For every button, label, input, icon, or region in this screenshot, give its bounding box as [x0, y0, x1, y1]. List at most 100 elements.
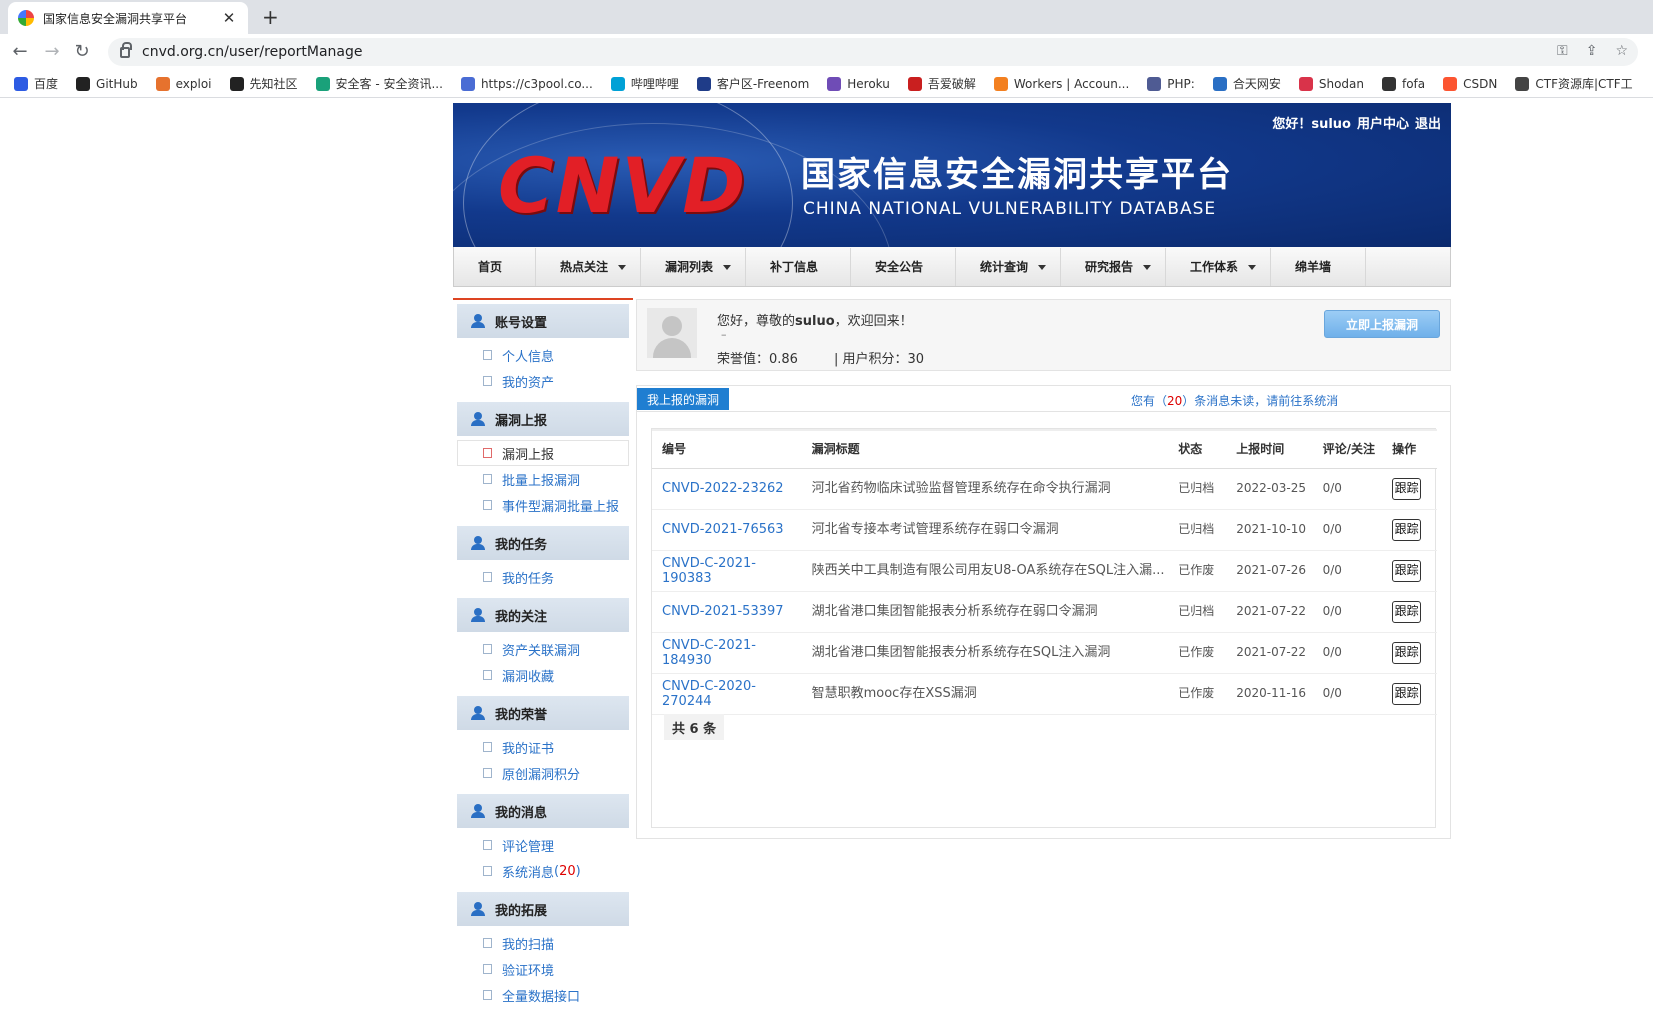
- vuln-id-link[interactable]: CNVD-2022-23262: [652, 468, 802, 510]
- bookmark-label: fofa: [1401, 76, 1426, 91]
- bookmark-item[interactable]: CSDN: [1443, 76, 1497, 91]
- nav-item[interactable]: 漏洞列表: [641, 247, 746, 286]
- vuln-id-link[interactable]: CNVD-2021-53397: [652, 591, 802, 633]
- column-header: 状态: [1168, 429, 1227, 469]
- vuln-id-link[interactable]: CNVD-C-2020-270244: [652, 673, 802, 715]
- document-icon: [483, 866, 492, 876]
- logout-link[interactable]: 退出: [1415, 117, 1441, 132]
- bookmark-item[interactable]: Shodan: [1298, 76, 1364, 91]
- track-button[interactable]: 跟踪: [1392, 559, 1422, 582]
- dropdown-caret-icon: [1248, 264, 1256, 270]
- vuln-status: 已作废: [1168, 550, 1227, 592]
- bookmark-item[interactable]: 百度: [14, 75, 58, 92]
- bookmark-item[interactable]: 合天网安: [1212, 75, 1281, 92]
- bookmark-item[interactable]: Workers | Accoun...: [993, 76, 1130, 91]
- bookmark-favicon-icon: [155, 76, 170, 91]
- sidebar-item-label: 原创漏洞积分: [502, 767, 581, 783]
- bookmark-item[interactable]: https://c3pool.co...: [460, 76, 593, 91]
- sidebar-item-label: 验证环境: [502, 963, 555, 979]
- vuln-id-link[interactable]: CNVD-C-2021-190383: [652, 550, 802, 592]
- lock-icon[interactable]: [120, 41, 132, 58]
- bookmark-favicon-icon: [993, 76, 1008, 91]
- new-tab-icon[interactable]: +: [262, 5, 279, 29]
- close-tab-icon[interactable]: ✕: [220, 9, 238, 27]
- sidebar-section-header[interactable]: 我的拓展: [457, 892, 629, 926]
- msg-prefix: 您有（: [1131, 394, 1168, 408]
- report-vulnerability-button[interactable]: 立即上报漏洞: [1324, 310, 1440, 338]
- sidebar-item[interactable]: 全量数据接口: [453, 982, 633, 1008]
- bookmark-item[interactable]: 安全客 - 安全资讯...: [315, 75, 443, 92]
- bookmark-favicon-icon: [76, 76, 91, 91]
- sidebar-section-header[interactable]: 我的关注: [457, 598, 629, 632]
- bookmark-item[interactable]: exploi: [155, 76, 212, 91]
- bookmark-label: Workers | Accoun...: [1013, 76, 1130, 91]
- sidebar-item[interactable]: 我的任务: [453, 564, 633, 590]
- sidebar-section-header[interactable]: 我的消息: [457, 794, 629, 828]
- sidebar-item[interactable]: 个人信息: [453, 342, 633, 368]
- bookmark-item[interactable]: Heroku: [827, 76, 890, 91]
- nav-item[interactable]: 绵羊墙: [1271, 247, 1366, 286]
- sidebar-item[interactable]: 我的扫描: [453, 930, 633, 956]
- bookmark-item[interactable]: PHP:: [1147, 76, 1195, 91]
- reload-icon[interactable]: ↻: [70, 41, 94, 62]
- url-text[interactable]: cnvd.org.cn/user/reportManage: [142, 44, 363, 60]
- sidebar-item[interactable]: 原创漏洞积分: [453, 760, 633, 786]
- sidebar-item[interactable]: 漏洞收藏: [453, 662, 633, 688]
- key-icon[interactable]: ⚿: [1557, 43, 1568, 59]
- honor-value: 荣誉值：0.86: [717, 352, 798, 367]
- back-icon[interactable]: ←: [8, 41, 32, 62]
- bookmark-star-icon[interactable]: ☆: [1615, 43, 1628, 59]
- nav-label: 安全公告: [875, 260, 924, 274]
- bookmark-item[interactable]: 哔哩哔哩: [610, 75, 679, 92]
- nav-item[interactable]: 首页: [454, 247, 536, 286]
- track-button[interactable]: 跟踪: [1392, 518, 1422, 541]
- sidebar-item[interactable]: 漏洞上报: [457, 440, 629, 466]
- browser-tab[interactable]: 国家信息安全漏洞共享平台 ✕: [8, 2, 248, 34]
- sidebar-item[interactable]: 资产关联漏洞: [453, 636, 633, 662]
- user-center-link[interactable]: 用户中心: [1357, 117, 1409, 132]
- cnvd-logo[interactable]: CNVD: [498, 141, 747, 230]
- panel-header: 我上报的漏洞 您有（20）条消息未读，请前往系统消: [637, 386, 1450, 412]
- forward-icon[interactable]: →: [40, 41, 64, 62]
- track-button[interactable]: 跟踪: [1392, 600, 1422, 623]
- vuln-status: 已作废: [1168, 632, 1227, 674]
- nav-item[interactable]: 热点关注: [536, 247, 641, 286]
- vuln-id-link[interactable]: CNVD-2021-76563: [652, 509, 802, 551]
- bookmark-item[interactable]: GitHub: [76, 76, 138, 91]
- track-button[interactable]: 跟踪: [1392, 477, 1422, 500]
- user-bar: 您好！suluo 用户中心 退出: [1266, 113, 1441, 132]
- nav-item[interactable]: 补丁信息: [746, 247, 851, 286]
- bookmark-item[interactable]: fofa: [1381, 76, 1426, 91]
- table-row: CNVD-C-2020-270244 智慧职教mooc存在XSS漏洞 已作废 2020…: [652, 673, 1437, 715]
- track-button[interactable]: 跟踪: [1392, 641, 1422, 664]
- sidebar-section-header[interactable]: 漏洞上报: [457, 402, 629, 436]
- tab-my-reports[interactable]: 我上报的漏洞: [637, 388, 730, 410]
- sidebar-item[interactable]: 我的资产: [453, 368, 633, 394]
- column-header: 上报时间: [1226, 429, 1313, 469]
- bookmark-item[interactable]: 客户区-Freenom: [696, 75, 809, 92]
- sidebar-item[interactable]: 事件型漏洞批量上报: [453, 492, 633, 518]
- bookmark-item[interactable]: CTF资源库|CTF工: [1515, 75, 1633, 92]
- bookmark-item[interactable]: 先知社区: [229, 75, 298, 92]
- sidebar-item-label: 漏洞收藏: [502, 669, 555, 685]
- sidebar-section-header[interactable]: 我的荣誉: [457, 696, 629, 730]
- share-icon[interactable]: ⇪: [1586, 43, 1598, 59]
- vuln-id-link[interactable]: CNVD-C-2021-184930: [652, 632, 802, 674]
- sidebar-section-header[interactable]: 账号设置: [457, 304, 629, 338]
- sidebar-item[interactable]: 系统消息( 20 ): [453, 858, 633, 884]
- unread-messages-link[interactable]: 您有（20）条消息未读，请前往系统消: [1131, 392, 1338, 409]
- nav-item[interactable]: 工作体系: [1166, 247, 1271, 286]
- sidebar-item[interactable]: 验证环境: [453, 956, 633, 982]
- track-button[interactable]: 跟踪: [1392, 682, 1422, 705]
- nav-item[interactable]: 研究报告: [1061, 247, 1166, 286]
- sidebar-item[interactable]: 批量上报漏洞: [453, 466, 633, 492]
- sidebar-item-label: 我的证书: [502, 741, 555, 757]
- nav-item[interactable]: 安全公告: [851, 247, 956, 286]
- nav-item[interactable]: 统计查询: [956, 247, 1061, 286]
- sidebar-item[interactable]: 评论管理: [453, 832, 633, 858]
- sidebar-item[interactable]: 我的证书: [453, 734, 633, 760]
- sidebar-item-label: 我的资产: [502, 375, 555, 391]
- sidebar-section-header[interactable]: 我的任务: [457, 526, 629, 560]
- address-bar[interactable]: cnvd.org.cn/user/reportManage ⚿ ⇪ ☆: [108, 38, 1638, 66]
- bookmark-item[interactable]: 吾爱破解: [907, 75, 976, 92]
